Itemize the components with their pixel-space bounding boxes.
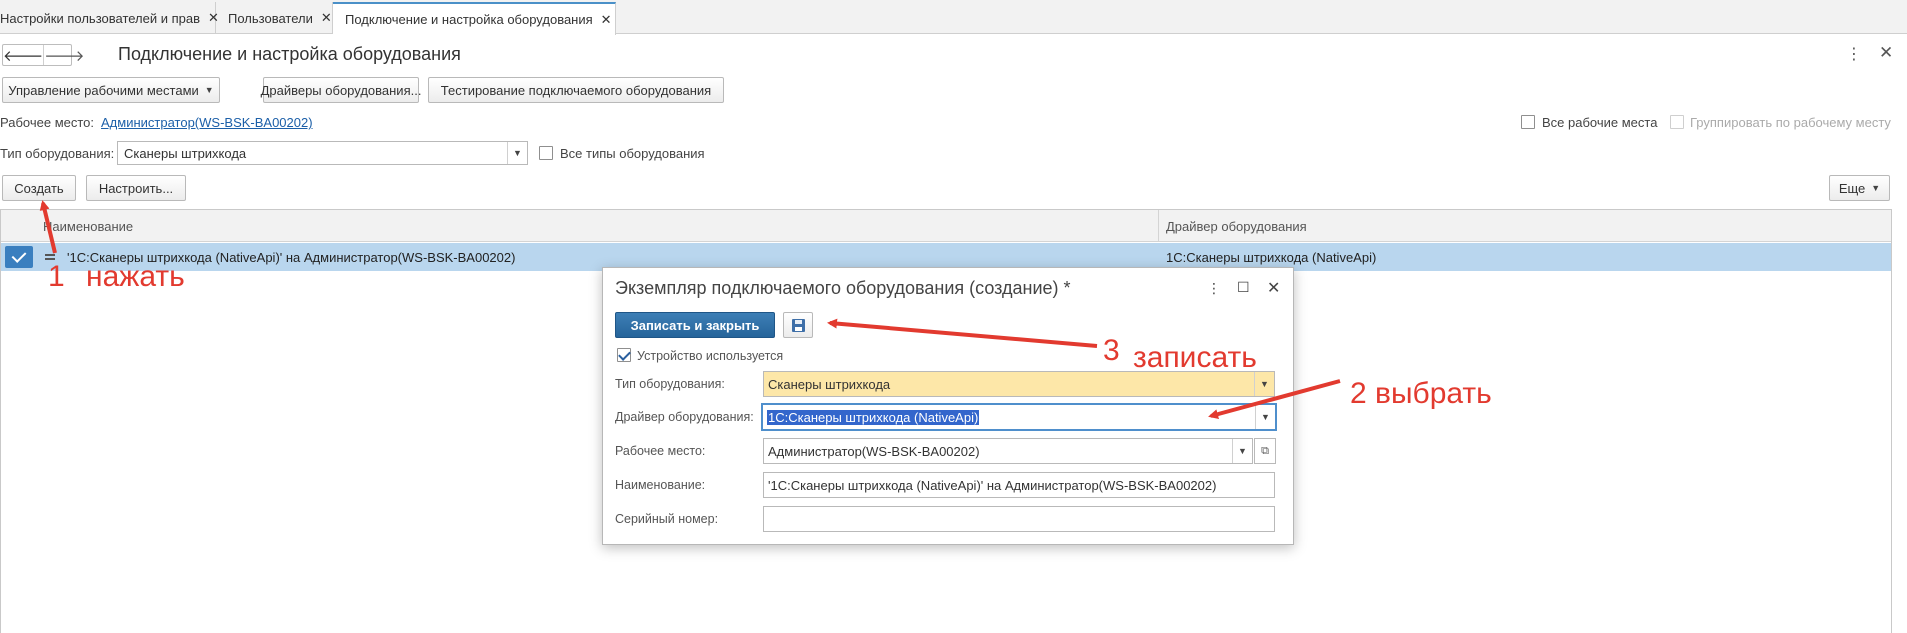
annotation-step1-number: 1 [48,260,65,293]
annotation-step3-text: записать [1133,341,1257,374]
annotation-step3-number: 3 [1103,334,1120,367]
annotation-step1-text: нажать [86,260,185,293]
annotation-step2-text: 2 выбрать [1350,377,1492,410]
annotation-arrows [39,200,1341,419]
arrow-to-create [39,200,57,254]
arrow-to-save [827,318,1098,348]
arrow-to-driver [1208,379,1341,419]
